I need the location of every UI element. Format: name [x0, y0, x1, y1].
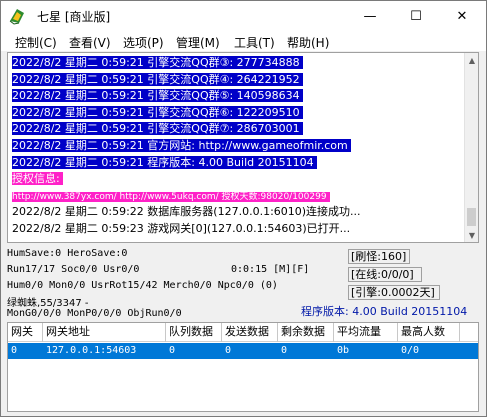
log-line: 2022/8/2 星期二 0:59:21 引擎交流QQ群⑤: 140598634 — [12, 88, 303, 103]
log-text: 2022/8/2 星期二 0:59:21 程序版本: 4.00 Build 20… — [12, 155, 317, 169]
column-header[interactable]: 网关地址 — [43, 323, 166, 342]
log-text: 2022/8/2 星期二 0:59:21 引擎交流QQ群⑦: 286703001 — [12, 122, 303, 136]
menu-options[interactable]: 选项(P) — [123, 34, 164, 51]
log-line: 2022/8/2 星期二 0:59:21 引擎交流QQ群⑦: 286703001 — [12, 121, 303, 136]
status-run: Run17/17 Soc0/0 Usr0/0 — [7, 264, 140, 275]
scroll-down-icon[interactable]: ▼ — [465, 228, 478, 242]
cell-max-users: 0/0 — [401, 345, 420, 356]
online-box: [在线:0/0/0] — [348, 267, 422, 282]
title-bar[interactable]: 七星 [商业版] — ☐ ✕ — [1, 1, 486, 31]
status-monster: 绿蜘蛛,55/3347 - — [7, 298, 89, 309]
status-save: HumSave:0 HeroSave:0 — [7, 248, 128, 259]
log-text: 2022/8/2 星期二 0:59:21 引擎交流QQ群⑥: 122209510 — [12, 105, 303, 119]
log-line: 2022/8/2 星期二 0:59:21 引擎交流QQ群④: 264221952 — [12, 72, 303, 87]
log-line: 2022/8/2 星期二 0:59:21 引擎交流QQ群⑥: 122209510 — [12, 105, 303, 120]
column-header[interactable]: 网关 — [8, 323, 43, 342]
log-line: 授权信息: — [12, 171, 63, 186]
column-header[interactable]: 发送数据 — [222, 323, 278, 342]
close-button[interactable]: ✕ — [439, 1, 485, 31]
log-line: http://www.387yx.com/ http://www.5ukq.co… — [12, 188, 330, 203]
menu-bar: 控制(C) 查看(V) 选项(P) 管理(M) 工具(T) 帮助(H) — [1, 31, 486, 51]
cell-address: 127.0.0.1:54603 — [46, 345, 137, 356]
column-header[interactable]: 平均流量 — [334, 323, 398, 342]
log-text: 2022/8/2 星期二 0:59:21 引擎交流QQ群③: 277734888 — [12, 56, 303, 69]
column-header[interactable]: 队列数据 — [166, 323, 222, 342]
menu-control[interactable]: 控制(C) — [15, 34, 57, 51]
refresh-monster-box: [刷怪:160] — [348, 249, 410, 264]
minimize-button[interactable]: — — [347, 1, 393, 31]
log-text: 2022/8/2 星期二 0:59:21 引擎交流QQ群④: 264221952 — [12, 72, 303, 86]
menu-view[interactable]: 查看(V) — [69, 34, 111, 51]
window-title: 七星 [商业版] — [37, 10, 111, 24]
log-text: 2022/8/2 星期二 0:59:23 游戏网关[0](127.0.0.1:5… — [12, 222, 351, 235]
log-line: 2022/8/2 星期二 0:59:22 数据库服务器(127.0.0.1:60… — [12, 204, 361, 219]
scroll-up-icon[interactable]: ▲ — [465, 53, 478, 67]
cell-traffic: 0b — [337, 345, 350, 356]
log-text: 2022/8/2 星期二 0:59:22 数据库服务器(127.0.0.1:60… — [12, 205, 361, 219]
app-logo-icon — [9, 9, 24, 25]
menu-help[interactable]: 帮助(H) — [287, 34, 329, 51]
table-header: 网关 网关地址 队列数据 发送数据 剩余数据 平均流量 最高人数 — [8, 323, 478, 342]
status-hum: Hum0/0 Mon0/0 UsrRot15/42 Merch0/0 Npc0/… — [7, 280, 278, 291]
menu-tools[interactable]: 工具(T) — [234, 34, 275, 51]
menu-manage[interactable]: 管理(M) — [176, 34, 220, 51]
log-text: http://www.387yx.com/ http://www.5ukq.co… — [12, 191, 330, 202]
status-timer: 0:0:15 [M][F] — [231, 264, 310, 275]
column-header[interactable]: 最高人数 — [398, 323, 460, 342]
status-mongen: MonG0/0/0 MonP0/0/0 ObjRun0/0 — [7, 308, 182, 319]
log-scrollbar[interactable]: ▲ ▼ — [464, 53, 478, 242]
log-line: 2022/8/2 星期二 0:59:23 游戏网关[0](127.0.0.1:5… — [12, 221, 350, 236]
log-text: 2022/8/2 星期二 0:59:21 引擎交流QQ群⑤: 140598634 — [12, 89, 303, 103]
log-panel[interactable]: 2022/8/2 星期二 0:59:21 引擎交流QQ群③: 277734888… — [7, 52, 479, 243]
log-line: 2022/8/2 星期二 0:59:21 引擎交流QQ群③: 277734888 — [12, 55, 303, 70]
scroll-thumb[interactable] — [467, 208, 476, 226]
log-line: 2022/8/2 星期二 0:59:21 程序版本: 4.00 Build 20… — [12, 155, 317, 170]
table-row[interactable]: 0 127.0.0.1:54603 0 0 0 0b 0/0 — [8, 343, 478, 359]
cell-gateway: 0 — [11, 345, 18, 356]
cell-sent: 0 — [225, 345, 232, 356]
log-line: 2022/8/2 星期二 0:59:21 官方网站: http://www.ga… — [12, 138, 351, 153]
program-version: 程序版本: 4.00 Build 20151104 — [301, 305, 468, 318]
column-header[interactable]: 剩余数据 — [278, 323, 334, 342]
gateway-table[interactable]: 网关 网关地址 队列数据 发送数据 剩余数据 平均流量 最高人数 0 127.0… — [7, 322, 479, 412]
maximize-button[interactable]: ☐ — [393, 1, 439, 31]
cell-remaining: 0 — [281, 345, 288, 356]
log-text: 2022/8/2 星期二 0:59:21 官方网站: http://www.ga… — [12, 139, 351, 152]
engine-box: [引擎:0.0002天] — [348, 285, 440, 300]
log-text: 授权信息: — [12, 172, 63, 186]
main-window: 七星 [商业版] — ☐ ✕ 控制(C) 查看(V) 选项(P) 管理(M) 工… — [0, 0, 487, 417]
cell-queue: 0 — [169, 345, 176, 356]
